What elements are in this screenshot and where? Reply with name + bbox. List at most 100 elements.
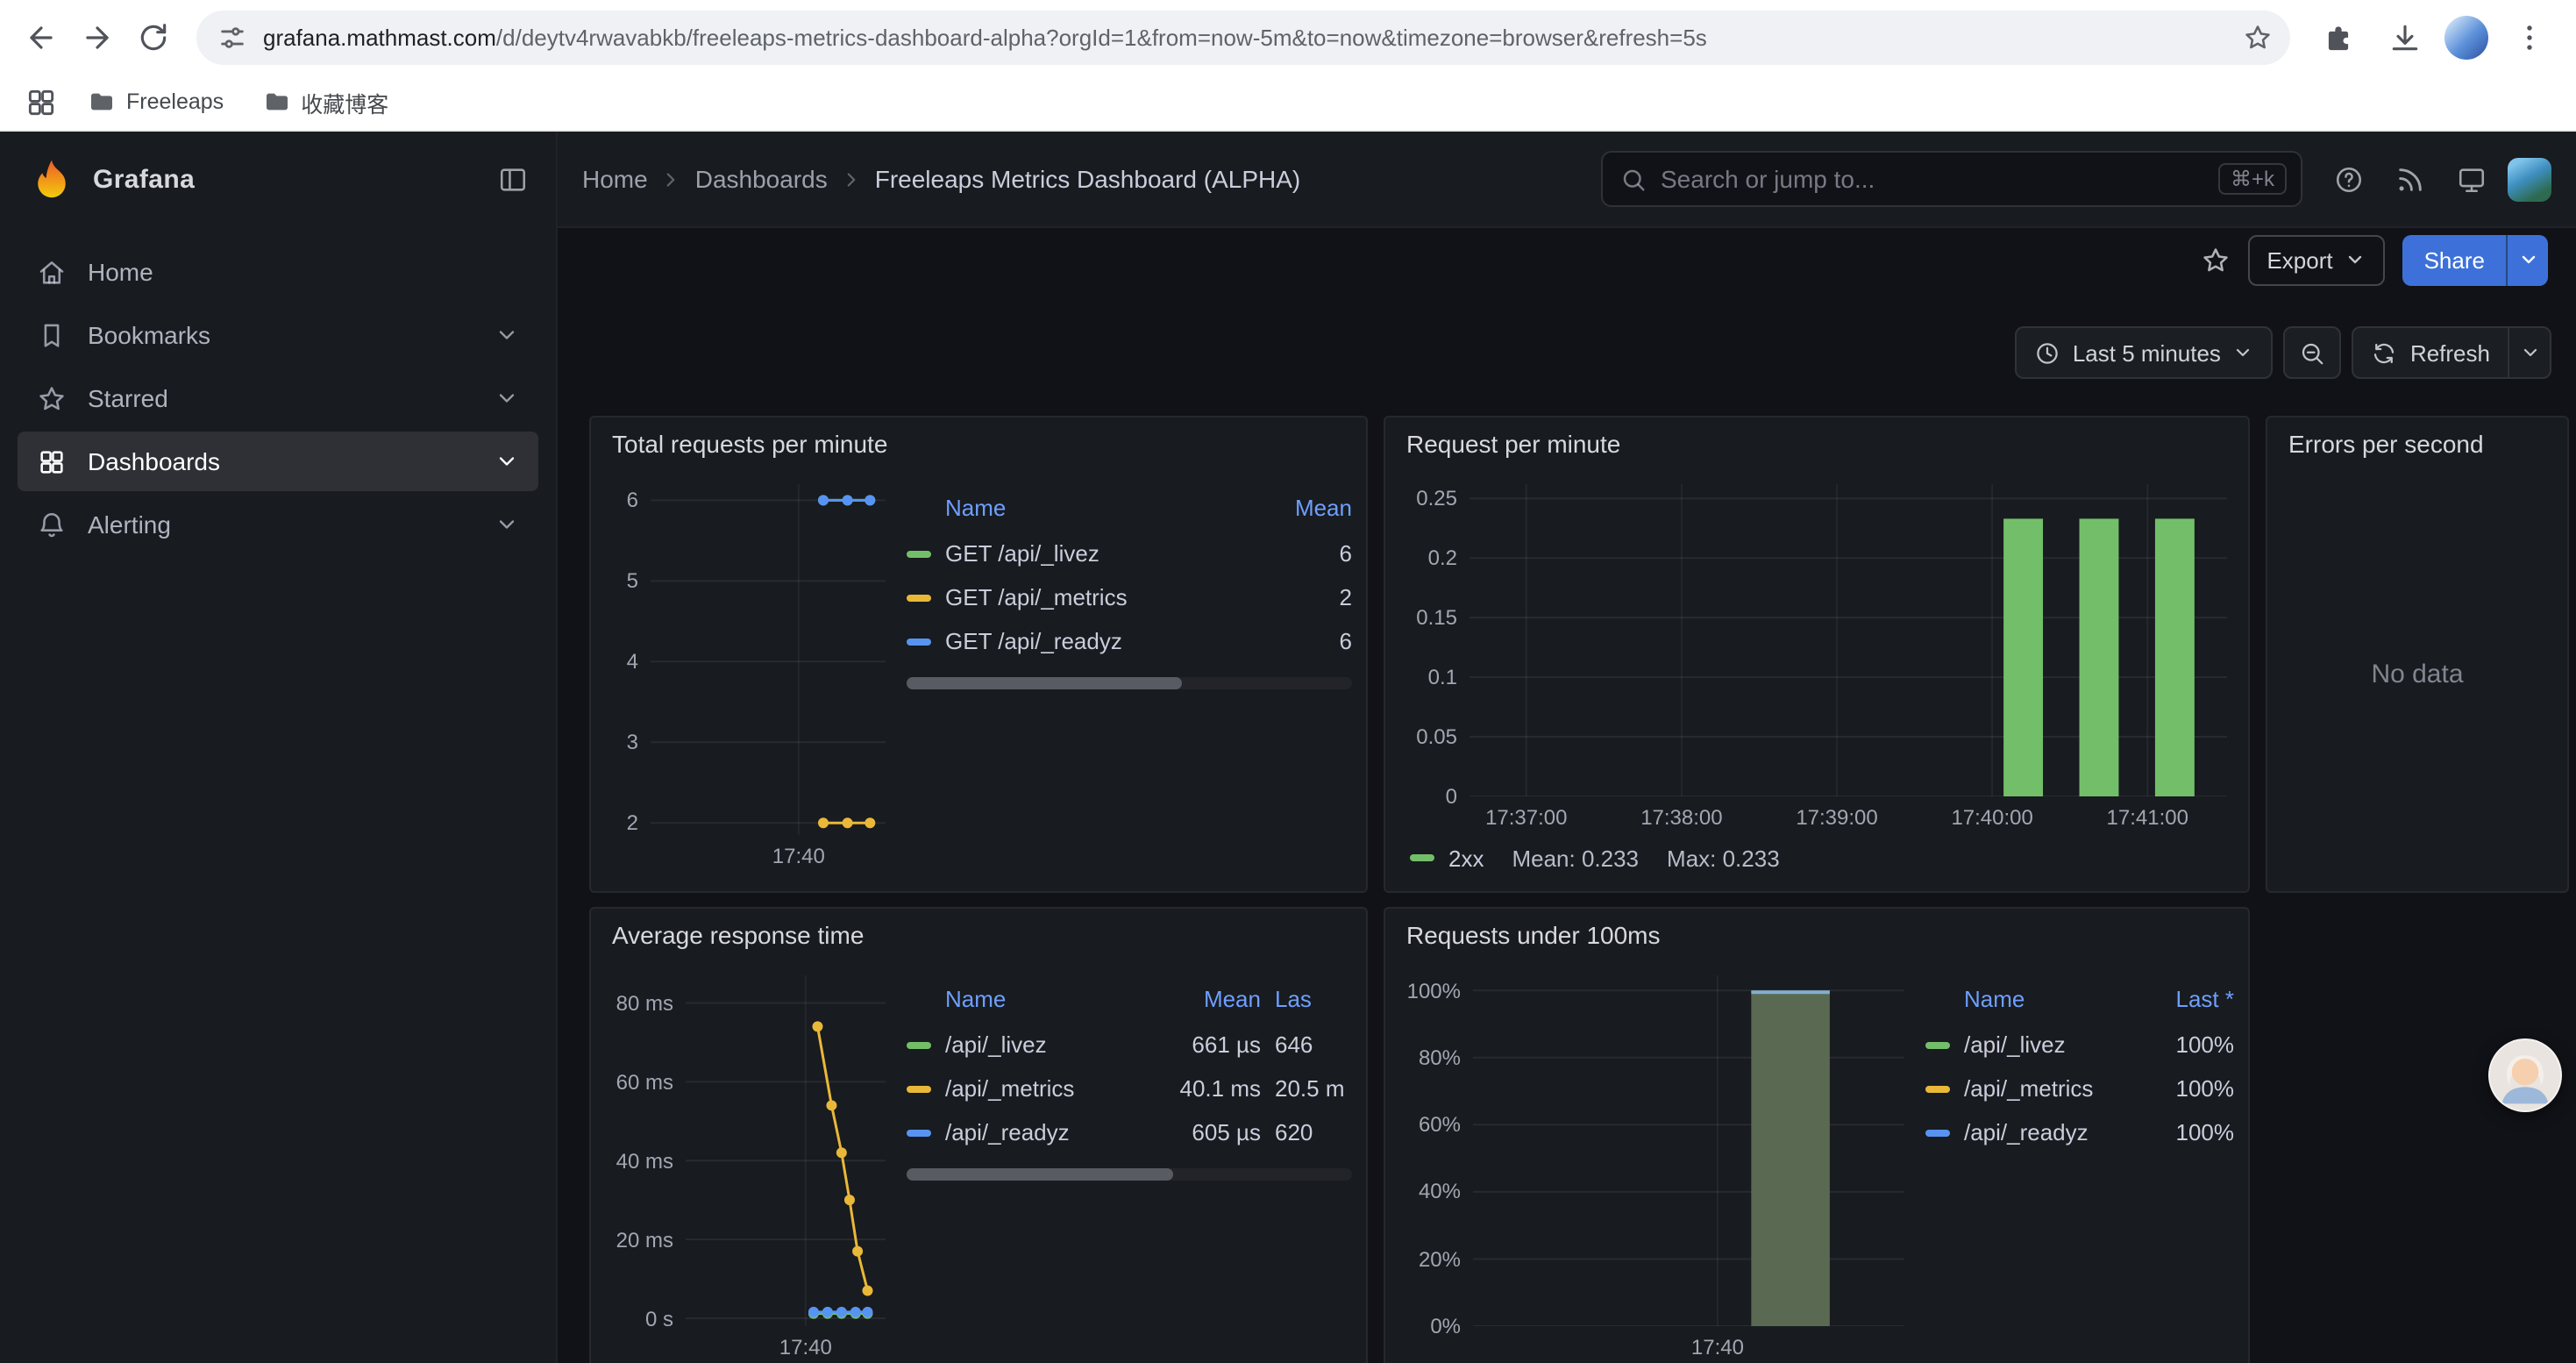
- legend-row[interactable]: /api/_metrics100%: [1925, 1067, 2234, 1110]
- legend-scrollbar-thumb[interactable]: [907, 1168, 1174, 1181]
- sidebar-item-home[interactable]: Home: [18, 242, 538, 302]
- bookmark-star-button[interactable]: [2243, 22, 2273, 52]
- series-name[interactable]: /api/_readyz: [945, 1119, 1142, 1145]
- legend-row[interactable]: GET /api/_livez6: [907, 532, 1352, 575]
- legend-column-header[interactable]: Las: [1275, 986, 1352, 1012]
- x-axis-tick-label: 17:38:00: [1640, 805, 1722, 830]
- series-color-swatch: [907, 638, 931, 645]
- browser-forward-button[interactable]: [70, 11, 123, 63]
- legend-row[interactable]: /api/_livez100%: [1925, 1023, 2234, 1067]
- share-button[interactable]: Share: [2403, 234, 2506, 285]
- bar-chart[interactable]: 00.050.10.150.20.2517:37:0017:38:0017:39…: [1399, 470, 2234, 838]
- plot-area[interactable]: [1469, 484, 2227, 796]
- floating-assistant-avatar[interactable]: [2488, 1038, 2562, 1112]
- sidebar-item-bookmarks[interactable]: Bookmarks: [18, 305, 538, 365]
- news-button[interactable]: [2385, 154, 2434, 203]
- legend-column-header[interactable]: Name: [1964, 986, 2129, 1012]
- series-name[interactable]: 2xx: [1448, 845, 1484, 871]
- legend-row[interactable]: GET /api/_metrics2: [907, 575, 1352, 619]
- y-axis-tick-label: 0.1: [1399, 665, 1457, 689]
- legend-scrollbar-thumb[interactable]: [907, 677, 1183, 689]
- time-series-chart[interactable]: 0 s20 ms40 ms60 ms80 ms17:40: [605, 961, 893, 1363]
- legend-column-header[interactable]: Mean: [1156, 986, 1261, 1012]
- grafana-logo[interactable]: [28, 156, 75, 203]
- downloads-button[interactable]: [2378, 11, 2430, 63]
- panel-title[interactable]: Requests under 100ms: [1385, 909, 2248, 961]
- grafana-topbar: Home Dashboards Freeleaps Metrics Dashbo…: [558, 132, 2576, 228]
- export-button[interactable]: Export: [2247, 234, 2385, 285]
- search-input[interactable]: Search or jump to... ⌘+k: [1601, 151, 2302, 207]
- site-info-icon[interactable]: [217, 22, 247, 52]
- panel-total-requests-per-minute: Total requests per minute 2345617:40 Nam…: [589, 416, 1368, 893]
- series-color-swatch: [907, 594, 931, 601]
- bookmark-item-freeleaps[interactable]: Freeleaps: [74, 82, 238, 121]
- extensions-button[interactable]: [2311, 11, 2364, 63]
- chevron-down-icon[interactable]: [495, 449, 519, 474]
- share-menu-caret[interactable]: [2506, 234, 2548, 285]
- legend-mean-value: Mean: 0.233: [1512, 845, 1639, 871]
- help-button[interactable]: [2323, 154, 2373, 203]
- chevron-down-icon: [2519, 342, 2540, 363]
- series-value: 6: [1254, 628, 1352, 654]
- legend-column-header[interactable]: Last *: [2143, 986, 2234, 1012]
- help-icon: [2333, 164, 2363, 194]
- browser-reload-button[interactable]: [126, 11, 179, 63]
- legend-row[interactable]: /api/_readyz100%: [1925, 1110, 2234, 1154]
- breadcrumb-dashboards[interactable]: Dashboards: [695, 165, 828, 193]
- chevron-down-icon[interactable]: [495, 512, 519, 537]
- time-series-chart[interactable]: 2345617:40: [605, 470, 893, 877]
- apps-grid-button[interactable]: [18, 79, 63, 125]
- grafana-profile-avatar[interactable]: [2508, 157, 2551, 201]
- series-name[interactable]: GET /api/_livez: [945, 540, 1240, 567]
- series-name[interactable]: /api/_readyz: [1964, 1119, 2129, 1145]
- chevron-down-icon[interactable]: [495, 386, 519, 410]
- panel-title[interactable]: Request per minute: [1385, 417, 2248, 470]
- y-axis-tick-label: 20 ms: [605, 1227, 673, 1252]
- legend-row[interactable]: GET /api/_readyz 6: [907, 619, 1352, 663]
- bar-chart[interactable]: 0%20%40%60%80%100%17:40: [1399, 961, 1911, 1363]
- sidebar-item-starred[interactable]: Starred: [18, 368, 538, 428]
- plot-area[interactable]: [686, 975, 886, 1326]
- legend-row[interactable]: /api/_metrics40.1 ms20.5 m: [907, 1067, 1352, 1110]
- sidebar-item-alerting[interactable]: Alerting: [18, 495, 538, 554]
- arrow-right-icon: [80, 20, 113, 54]
- bookmark-item-blog[interactable]: 收藏博客: [248, 80, 402, 124]
- panel-title[interactable]: Errors per second: [2267, 417, 2567, 470]
- plot-area[interactable]: [651, 484, 886, 835]
- series-name[interactable]: GET /api/_metrics: [945, 584, 1240, 610]
- refresh-button[interactable]: Refresh: [2354, 328, 2508, 377]
- legend-scrollbar[interactable]: [907, 677, 1352, 689]
- legend-row[interactable]: /api/_readyz605 µs620: [907, 1110, 1352, 1154]
- legend-column-header[interactable]: Mean: [1254, 495, 1352, 521]
- omnibox[interactable]: grafana.mathmast.com/d/deytv4rwavabkb/fr…: [196, 10, 2290, 64]
- legend-scrollbar[interactable]: [907, 1168, 1352, 1181]
- dock-menu-button[interactable]: [498, 165, 528, 195]
- series-name[interactable]: /api/_livez: [945, 1031, 1142, 1058]
- sidebar-header: Grafana: [0, 132, 556, 228]
- browser-profile-avatar[interactable]: [2444, 15, 2488, 59]
- series-name[interactable]: /api/_livez: [1964, 1031, 2129, 1058]
- chevron-down-icon[interactable]: [495, 323, 519, 347]
- legend-column-header[interactable]: Name: [945, 495, 1240, 521]
- browser-menu-button[interactable]: [2502, 11, 2555, 63]
- panel-title[interactable]: Total requests per minute: [591, 417, 1366, 470]
- breadcrumb-home[interactable]: Home: [582, 165, 648, 193]
- series-name[interactable]: GET /api/_readyz: [945, 628, 1240, 654]
- series-color-swatch: [1925, 1085, 1950, 1092]
- series-name[interactable]: /api/_metrics: [945, 1075, 1142, 1102]
- plot-area[interactable]: [1473, 975, 1904, 1326]
- series-color-swatch: [907, 1129, 931, 1136]
- series-name[interactable]: /api/_metrics: [1964, 1075, 2129, 1102]
- favorite-star-button[interactable]: [2200, 245, 2230, 275]
- browser-back-button[interactable]: [14, 11, 67, 63]
- sidebar-item-dashboards[interactable]: Dashboards: [18, 432, 538, 491]
- legend-row[interactable]: 2xx Mean: 0.233 Max: 0.233: [1399, 838, 2234, 877]
- time-range-picker[interactable]: Last 5 minutes: [2015, 326, 2274, 379]
- legend-column-header[interactable]: Name: [945, 986, 1142, 1012]
- legend-row[interactable]: /api/_livez661 µs646: [907, 1023, 1352, 1067]
- panel-title[interactable]: Average response time: [591, 909, 1366, 961]
- breadcrumb: Home Dashboards Freeleaps Metrics Dashbo…: [582, 165, 1300, 193]
- refresh-interval-caret[interactable]: [2508, 328, 2550, 377]
- zoom-out-button[interactable]: [2284, 326, 2342, 379]
- display-button[interactable]: [2446, 154, 2495, 203]
